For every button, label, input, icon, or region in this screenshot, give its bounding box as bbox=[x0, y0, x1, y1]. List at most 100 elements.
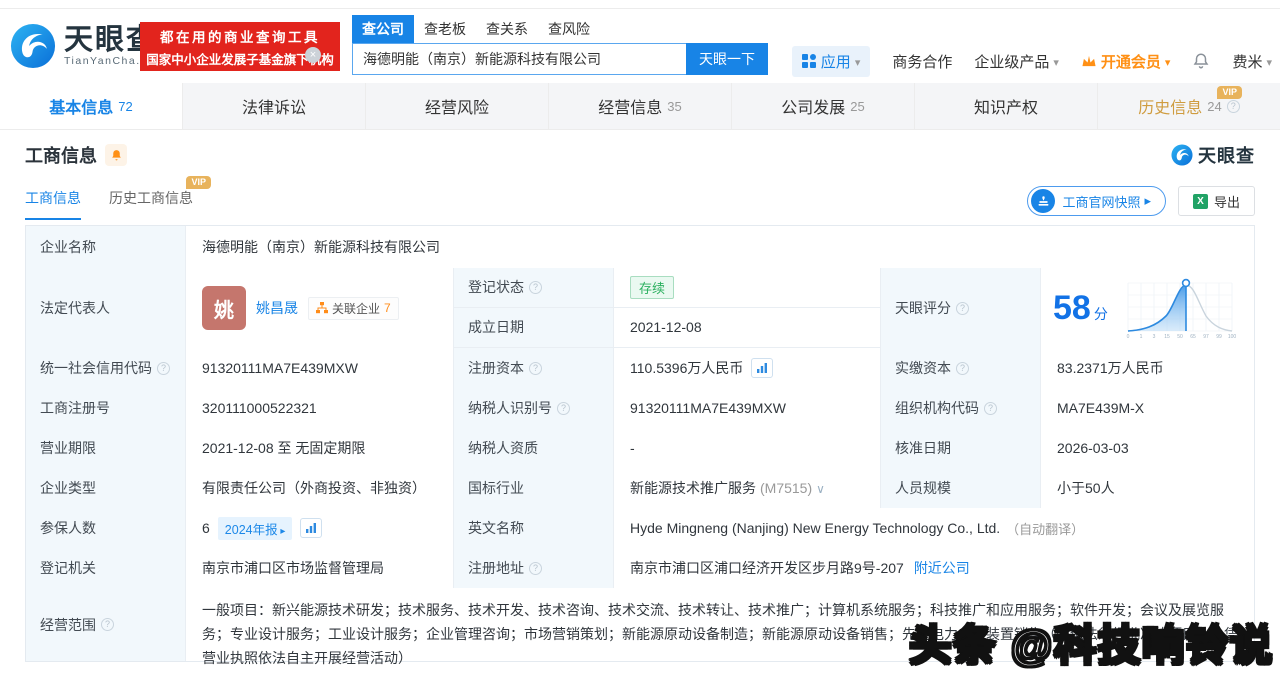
monitor-bell-icon[interactable] bbox=[105, 144, 127, 166]
annual-report-badge[interactable]: 2024年报 bbox=[217, 516, 293, 540]
chevron-down-icon bbox=[851, 53, 861, 70]
arrow-right-icon bbox=[1140, 193, 1151, 209]
company-type-value: 有限责任公司（外商投资、非独资） bbox=[186, 468, 454, 508]
export-button[interactable]: 导出 bbox=[1177, 186, 1255, 216]
org-code-label: 组织机构代码 bbox=[881, 388, 1041, 428]
excel-icon bbox=[1192, 193, 1208, 209]
help-icon[interactable] bbox=[101, 618, 114, 631]
svg-text:99: 99 bbox=[1216, 334, 1222, 340]
svg-text:0: 0 bbox=[1126, 334, 1129, 340]
tab-legal[interactable]: 法律诉讼 bbox=[182, 83, 365, 129]
tab-basic-info[interactable]: 基本信息 72 bbox=[0, 83, 182, 129]
tab-history-info[interactable]: VIP 历史信息 24 bbox=[1097, 83, 1280, 129]
help-icon[interactable] bbox=[529, 280, 542, 294]
help-icon[interactable] bbox=[956, 301, 969, 315]
user-menu[interactable]: 费米 bbox=[1232, 51, 1272, 72]
staff-size-label: 人员规模 bbox=[881, 468, 1041, 508]
credit-code-value: 91320111MA7E439MXW bbox=[186, 348, 454, 388]
subtab-history-business-info[interactable]: VIP 历史工商信息 bbox=[109, 176, 211, 220]
chevron-down-icon bbox=[1161, 53, 1171, 70]
taxpayer-id-label: 纳税人识别号 bbox=[454, 388, 614, 428]
site-header: 天眼查 TianYanCha.com 都在用的商业查询工具 国家中小企业发展子基… bbox=[0, 9, 1280, 83]
insured-trend-icon[interactable] bbox=[300, 518, 323, 538]
address-label: 注册地址 bbox=[454, 548, 614, 588]
reg-number-label: 工商注册号 bbox=[26, 388, 186, 428]
nav-apps[interactable]: 应用 bbox=[791, 45, 871, 77]
search-tab-risk[interactable]: 查风险 bbox=[538, 15, 600, 43]
score-distribution-chart: 0 1 3 15 50 65 97 99 100 bbox=[1126, 278, 1236, 340]
nav-cooperation[interactable]: 商务合作 bbox=[892, 51, 952, 72]
insured-label: 参保人数 bbox=[26, 508, 186, 548]
paid-capital-label: 实缴资本 bbox=[881, 348, 1041, 388]
help-icon[interactable] bbox=[1226, 99, 1240, 113]
svg-text:97: 97 bbox=[1203, 334, 1209, 340]
legal-rep-link[interactable]: 姚昌晟 bbox=[256, 298, 298, 318]
svg-text:3: 3 bbox=[1152, 334, 1155, 340]
nearby-companies-link[interactable]: 附近公司 bbox=[914, 558, 970, 578]
scope-label: 经营范围 bbox=[26, 588, 186, 661]
tab-company-development[interactable]: 公司发展 25 bbox=[731, 83, 914, 129]
header-nav: 应用 商务合作 企业级产品 开通会员 费米 bbox=[791, 45, 1272, 77]
help-icon[interactable] bbox=[529, 361, 542, 375]
svg-text:50: 50 bbox=[1177, 334, 1183, 340]
svg-text:15: 15 bbox=[1164, 334, 1170, 340]
legal-rep-avatar[interactable]: 姚 bbox=[202, 286, 246, 330]
watermark-overlay: 头条 @科技响铃说 bbox=[908, 621, 1274, 671]
svg-text:1: 1 bbox=[1139, 334, 1142, 340]
official-snapshot-button[interactable]: 工商官网快照 bbox=[1027, 186, 1166, 216]
business-term-value: 2021-12-08 至 无固定期限 bbox=[186, 428, 454, 468]
clear-search-icon[interactable] bbox=[305, 47, 321, 63]
reg-authority-value: 南京市浦口区市场监督管理局 bbox=[186, 548, 454, 588]
taxpayer-id-value: 91320111MA7E439MXW bbox=[614, 388, 881, 428]
tab-business-info[interactable]: 经营信息 35 bbox=[548, 83, 731, 129]
org-chart-icon bbox=[316, 302, 328, 314]
est-date-label: 成立日期 bbox=[454, 307, 614, 347]
status-badge: 存续 bbox=[630, 275, 675, 299]
search-input[interactable] bbox=[352, 43, 686, 75]
tab-intellectual-property[interactable]: 知识产权 bbox=[914, 83, 1097, 129]
notification-bell-icon[interactable] bbox=[1192, 52, 1210, 70]
crown-icon bbox=[1082, 55, 1096, 67]
score-value: 58 bbox=[1053, 289, 1091, 327]
tianyancha-logo-icon bbox=[1171, 144, 1193, 166]
credit-code-label: 统一社会信用代码 bbox=[26, 348, 186, 388]
search-tab-boss[interactable]: 查老板 bbox=[414, 15, 476, 43]
insured-cell: 6 2024年报 bbox=[186, 508, 454, 548]
company-tabbar: 基本信息 72 法律诉讼 经营风险 经营信息 35 公司发展 25 知识产权 VIP … bbox=[0, 83, 1280, 130]
reg-capital-label: 注册资本 bbox=[454, 348, 614, 388]
nav-open-vip[interactable]: 开通会员 bbox=[1081, 51, 1171, 72]
approval-date-label: 核准日期 bbox=[881, 428, 1041, 468]
staff-size-value: 小于50人 bbox=[1041, 468, 1254, 508]
score-marker-icon bbox=[1181, 278, 1191, 288]
english-name-cell: Hyde Mingneng (Nanjing) New Energy Techn… bbox=[614, 508, 1254, 548]
business-info-table: 企业名称 海德明能（南京）新能源科技有限公司 法定代表人 姚 姚昌晟 关联企业 7… bbox=[25, 225, 1255, 666]
est-date-value: 2021-12-08 bbox=[614, 307, 881, 347]
related-companies-badge[interactable]: 关联企业 7 bbox=[308, 296, 399, 320]
help-icon[interactable] bbox=[557, 401, 570, 415]
legal-rep-cell: 姚 姚昌晟 关联企业 7 bbox=[186, 268, 454, 348]
subtab-business-info[interactable]: 工商信息 bbox=[25, 188, 81, 220]
company-type-label: 企业类型 bbox=[26, 468, 186, 508]
search-tab-company[interactable]: 查公司 bbox=[352, 15, 414, 43]
address-cell: 南京市浦口区浦口经济开发区步月路9号-207 附近公司 bbox=[614, 548, 1254, 588]
tianyancha-logo-icon bbox=[10, 23, 56, 69]
help-icon[interactable] bbox=[157, 361, 170, 375]
score-cell: 58 分 0 1 3 15 50 65 97 99 100 bbox=[1041, 268, 1254, 348]
nav-enterprise-products[interactable]: 企业级产品 bbox=[974, 51, 1059, 72]
chevron-down-icon[interactable] bbox=[812, 480, 825, 496]
search-tabs: 查公司 查老板 查关系 查风险 bbox=[352, 13, 768, 43]
business-term-label: 营业期限 bbox=[26, 428, 186, 468]
search-tab-relation[interactable]: 查关系 bbox=[476, 15, 538, 43]
legal-rep-label: 法定代表人 bbox=[26, 268, 186, 348]
industry-label: 国标行业 bbox=[454, 468, 614, 508]
help-icon[interactable] bbox=[956, 361, 969, 375]
help-icon[interactable] bbox=[529, 561, 542, 575]
capital-trend-icon[interactable] bbox=[751, 358, 774, 378]
help-icon[interactable] bbox=[984, 401, 997, 415]
reg-status-label: 登记状态 bbox=[454, 268, 614, 307]
search-button[interactable]: 天眼一下 bbox=[686, 43, 768, 75]
svg-text:65: 65 bbox=[1190, 334, 1196, 340]
org-code-value: MA7E439M-X bbox=[1041, 388, 1254, 428]
paid-capital-value: 83.2371万人民币 bbox=[1041, 348, 1254, 388]
tab-operating-risk[interactable]: 经营风险 bbox=[365, 83, 548, 129]
